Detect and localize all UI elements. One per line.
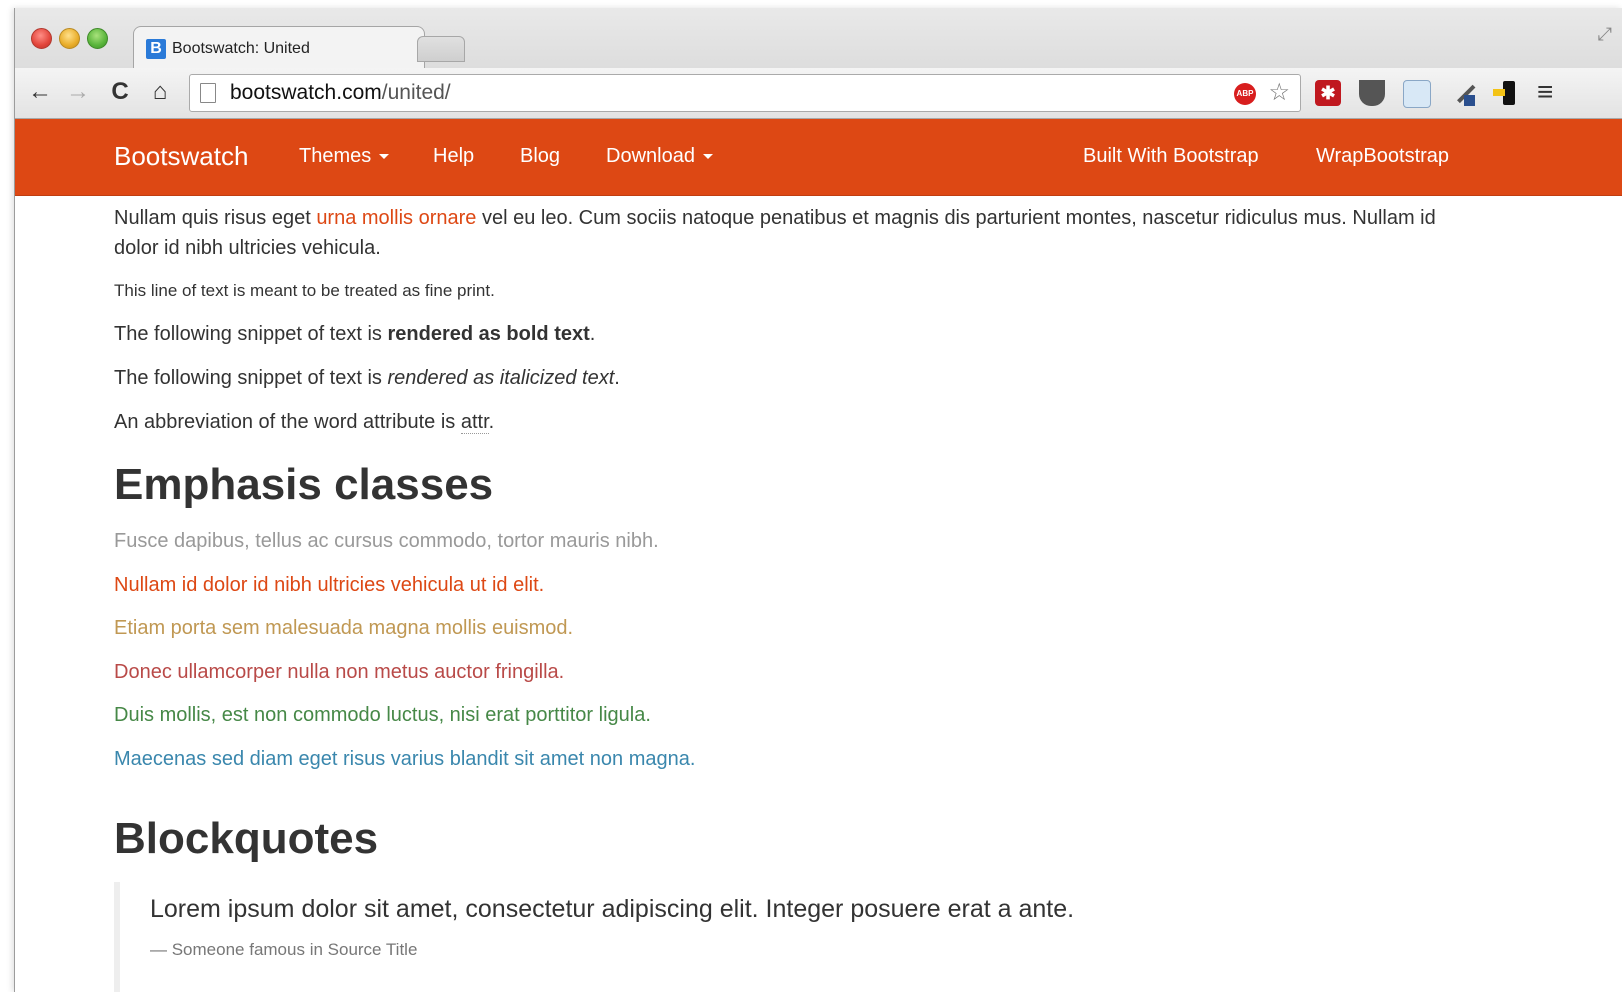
adblock-icon[interactable]: ABP (1234, 83, 1256, 105)
text-primary: Nullam id dolor id nibh ultricies vehicu… (114, 574, 545, 596)
italic-line: The following snippet of text is rendere… (114, 363, 620, 393)
fine-print: This line of text is meant to be treated… (114, 281, 495, 300)
bold-line-end: . (589, 323, 596, 345)
intro-paragraph: Nullam quis risus eget urna mollis ornar… (114, 203, 1484, 263)
intro-text-start: Nullam quis risus eget (114, 207, 317, 229)
reload-icon[interactable]: C (105, 78, 135, 106)
navbar-brand[interactable]: Bootswatch (114, 141, 248, 172)
italic-text: rendered as italicized text (387, 367, 615, 389)
nav-built-with-bootstrap[interactable]: Built With Bootstrap (1083, 145, 1259, 168)
back-arrow-icon[interactable]: ← (25, 78, 55, 106)
abbr-line-start: An abbreviation of the word attribute is (114, 411, 461, 433)
text-danger: Donec ullamcorper nulla non metus auctor… (114, 661, 565, 683)
nav-themes-label: Themes (299, 145, 372, 167)
abbr-line-end: . (488, 411, 495, 433)
window-resizer-icon[interactable] (1403, 80, 1431, 108)
text-success: Duis mollis, est non commodo luctus, nis… (114, 704, 651, 726)
tab-title: Bootswatch: United (172, 40, 310, 57)
caret-down-icon (702, 154, 713, 160)
bootswatch-favicon-icon: B (146, 39, 166, 59)
forward-arrow-icon[interactable]: → (63, 78, 93, 106)
url-text[interactable]: bootswatch.com/united/ (230, 81, 451, 105)
minimize-window-button[interactable] (59, 28, 80, 49)
url-domain: bootswatch.com (230, 81, 382, 104)
color-picker-icon[interactable] (1449, 80, 1475, 106)
abbr-attr[interactable]: attr (460, 411, 489, 434)
zoom-window-button[interactable] (87, 28, 108, 49)
text-info: Maecenas sed diam eget risus varius blan… (114, 748, 696, 770)
intro-link[interactable]: urna mollis ornare (316, 207, 476, 229)
page-icon (200, 83, 216, 103)
blockquotes-heading: Blockquotes (114, 814, 379, 863)
text-muted: Fusce dapibus, tellus ac cursus commodo,… (114, 530, 659, 552)
emphasis-heading: Emphasis classes (114, 460, 494, 509)
bold-line-start: The following snippet of text is (114, 323, 388, 345)
chrome-menu-icon[interactable]: ≡ (1537, 76, 1553, 108)
italic-line-end: . (614, 367, 620, 389)
nav-wrapbootstrap[interactable]: WrapBootstrap (1316, 145, 1449, 168)
send-to-phone-icon[interactable] (1493, 80, 1519, 106)
pocket-icon[interactable] (1359, 80, 1385, 106)
nav-download-label: Download (606, 145, 695, 167)
blockquote: Lorem ipsum dolor sit amet, consectetur … (114, 882, 1520, 992)
browser-toolbar: ← → C ⌂ bootswatch.com/united/ ABP ☆ ✱ ≡ (15, 68, 1622, 118)
italic-line-start: The following snippet of text is (114, 367, 388, 389)
navbar: Bootswatch Themes Help Blog Download Bui… (15, 119, 1622, 196)
browser-window: B Bootswatch: United ⤢ ← → C ⌂ bootswatc… (14, 8, 1622, 992)
nav-blog[interactable]: Blog (520, 145, 560, 168)
address-bar[interactable]: bootswatch.com/united/ ABP ☆ (189, 74, 1301, 112)
text-warning: Etiam porta sem malesuada magna mollis e… (114, 617, 574, 639)
nav-themes[interactable]: Themes (299, 145, 390, 168)
nav-help[interactable]: Help (433, 145, 474, 168)
abbr-line: An abbreviation of the word attribute is… (114, 407, 494, 437)
bookmark-star-icon[interactable]: ☆ (1268, 78, 1290, 107)
url-path: /united/ (381, 81, 451, 104)
home-icon[interactable]: ⌂ (145, 78, 175, 106)
bold-line: The following snippet of text is rendere… (114, 319, 595, 349)
close-window-button[interactable] (31, 28, 52, 49)
page-viewport: Bootswatch Themes Help Blog Download Bui… (15, 119, 1622, 992)
bold-text: rendered as bold text (387, 323, 590, 345)
blockquote-text: Lorem ipsum dolor sit amet, consectetur … (150, 895, 1075, 923)
nav-download[interactable]: Download (606, 145, 713, 168)
browser-chrome: B Bootswatch: United ⤢ ← → C ⌂ bootswatc… (15, 8, 1622, 119)
fullscreen-icon[interactable]: ⤢ (1598, 24, 1612, 45)
blockquote-cite: — Someone famous in Source Title (150, 940, 418, 959)
new-tab-button[interactable] (417, 36, 465, 62)
browser-tab[interactable]: B Bootswatch: United (133, 26, 425, 69)
caret-down-icon (379, 154, 390, 160)
lastpass-icon[interactable]: ✱ (1315, 80, 1341, 106)
